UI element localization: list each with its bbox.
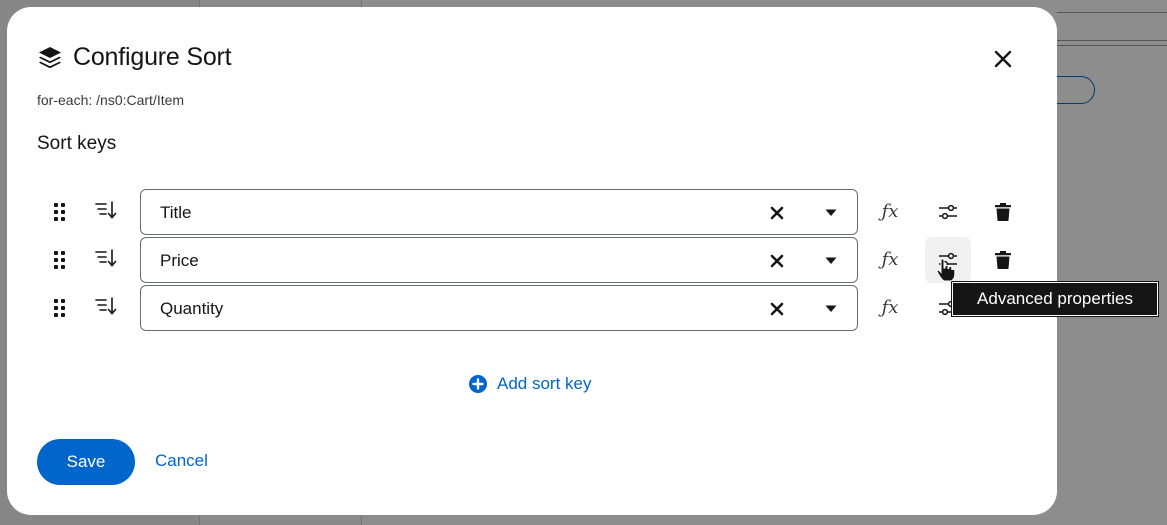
add-sort-key-label: Add sort key: [497, 374, 592, 393]
add-sort-key-button[interactable]: Add sort key: [469, 374, 592, 394]
close-dialog-button[interactable]: [991, 47, 1015, 71]
sort-key-value: Title: [160, 203, 192, 222]
plus-circle-icon: [469, 375, 487, 393]
caret-down-icon[interactable]: [821, 251, 841, 271]
clear-icon[interactable]: [767, 203, 787, 223]
delete-sort-key-button[interactable]: [991, 200, 1015, 224]
sliders-icon: [939, 204, 957, 220]
clear-icon[interactable]: [767, 251, 787, 271]
close-icon: [994, 50, 1012, 68]
trash-icon: [995, 251, 1011, 269]
caret-down-icon[interactable]: [821, 203, 841, 223]
sort-key-row: Quantity ƒx: [7, 285, 1057, 331]
section-title: Sort keys: [37, 133, 117, 154]
for-each-path: for-each: /ns0:Cart/Item: [37, 92, 185, 108]
layers-icon: [37, 45, 63, 71]
function-icon[interactable]: ƒx: [877, 198, 903, 224]
delete-sort-key-button[interactable]: [991, 248, 1015, 272]
cancel-button[interactable]: Cancel: [155, 451, 208, 471]
function-icon[interactable]: ƒx: [877, 294, 903, 320]
advanced-properties-button[interactable]: [925, 189, 971, 235]
clear-icon[interactable]: [767, 299, 787, 319]
caret-down-icon[interactable]: [821, 299, 841, 319]
trash-icon: [995, 203, 1011, 221]
sort-key-row: Price ƒx: [7, 237, 1057, 283]
sort-key-value: Price: [160, 251, 199, 270]
advanced-properties-tooltip: Advanced properties: [951, 281, 1159, 317]
drag-handle-icon[interactable]: [52, 249, 68, 271]
function-icon[interactable]: ƒx: [877, 246, 903, 272]
sort-key-row: Title ƒx: [7, 189, 1057, 235]
drag-handle-icon[interactable]: [52, 297, 68, 319]
sort-key-select[interactable]: Price: [140, 237, 858, 283]
dialog-title: Configure Sort: [73, 43, 232, 71]
save-button[interactable]: Save: [37, 439, 135, 485]
sort-descending-icon[interactable]: [94, 246, 118, 270]
dialog-header: Configure Sort: [37, 43, 232, 72]
configure-sort-dialog: Configure Sort for-each: /ns0:Cart/Item …: [7, 7, 1057, 515]
sort-key-select[interactable]: Quantity: [140, 285, 858, 331]
sort-key-value: Quantity: [160, 299, 224, 318]
hand-cursor-icon: [936, 258, 956, 282]
sort-descending-icon[interactable]: [94, 198, 118, 222]
sort-key-select[interactable]: Title: [140, 189, 858, 235]
sort-descending-icon[interactable]: [94, 294, 118, 318]
drag-handle-icon[interactable]: [52, 201, 68, 223]
